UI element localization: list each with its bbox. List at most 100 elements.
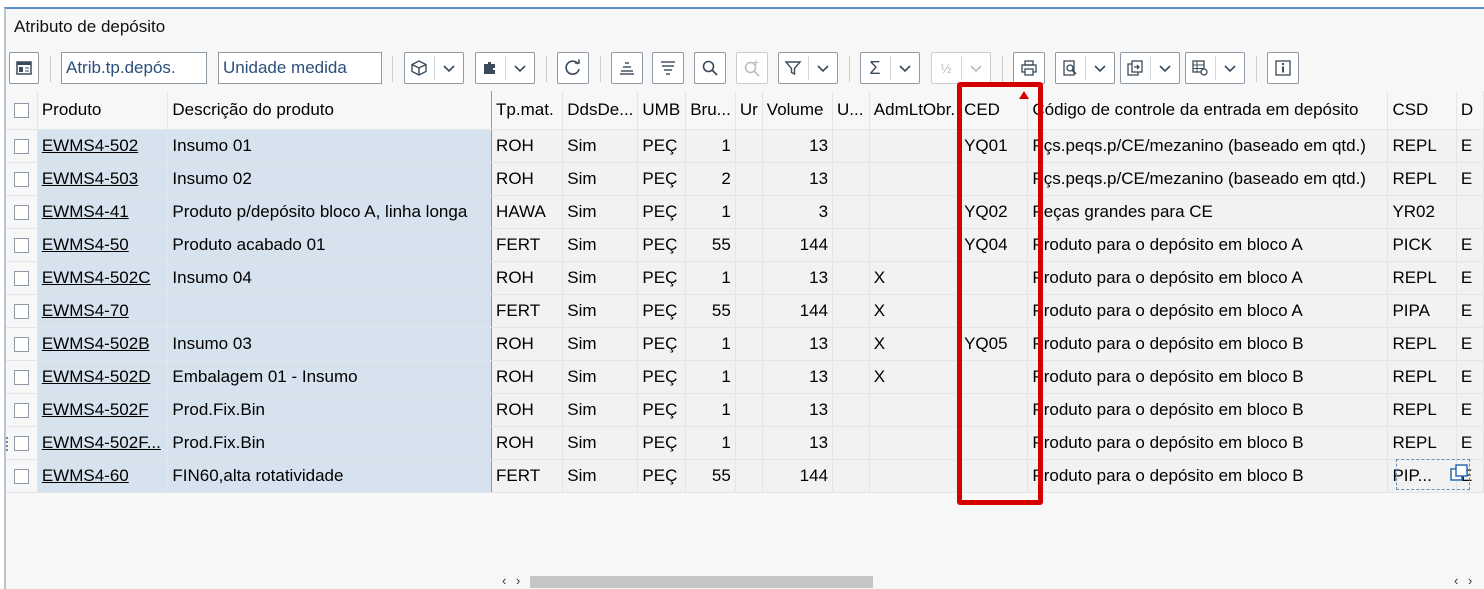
table-row[interactable]: EWMS4-502D Embalagem 01 - Insumo ROH Sim PEÇ…: [6, 360, 1484, 394]
dds-cell: Sim: [562, 261, 639, 295]
print-icon: [1014, 53, 1044, 83]
refresh-button[interactable]: [557, 52, 589, 84]
print-button[interactable]: [1013, 52, 1045, 84]
column-header[interactable]: Código de controle da entrada em depósit…: [1027, 91, 1389, 130]
column-header[interactable]: U...: [832, 91, 870, 130]
table-row[interactable]: EWMS4-41 Produto p/depósito bloco A, linh…: [6, 195, 1484, 229]
putaway-control-cell: Pçs.peqs.p/CE/mezanino (baseado em qtd.): [1027, 129, 1389, 163]
scrollbar-thumb[interactable]: [530, 576, 873, 588]
ced-cell: [959, 261, 1029, 295]
product-cell[interactable]: EWMS4-502: [37, 129, 169, 163]
row-checkbox[interactable]: [6, 426, 38, 460]
puzzle-menu-button[interactable]: [475, 52, 535, 84]
product-cell[interactable]: EWMS4-502F...: [37, 426, 169, 460]
horizontal-scrollbar[interactable]: ‹ › ‹ ›: [496, 573, 1484, 589]
volume-unit-cell: [832, 162, 870, 196]
material-type-cell: ROH: [491, 360, 564, 394]
column-header-ced[interactable]: CED: [959, 91, 1029, 130]
table-row[interactable]: EWMS4-502F Prod.Fix.Bin ROH Sim PEÇ 1 13 Produt…: [6, 393, 1484, 427]
column-header[interactable]: Bru...: [685, 91, 736, 130]
putaway-control-cell: Produto para o depósito em bloco B: [1027, 360, 1389, 394]
cube-menu-button[interactable]: [404, 52, 464, 84]
putaway-control-cell: Produto para o depósito em bloco B: [1027, 393, 1389, 427]
column-header[interactable]: CSD: [1387, 91, 1457, 130]
resize-handle[interactable]: [6, 437, 9, 451]
uom-cell: PEÇ: [637, 129, 687, 163]
info-button[interactable]: [1267, 52, 1299, 84]
layout-settings-menu-button[interactable]: [1185, 52, 1245, 84]
layout-button[interactable]: [9, 52, 39, 84]
volume-cell: 144: [762, 459, 834, 493]
volume-unit-cell: [832, 426, 870, 460]
row-checkbox[interactable]: [6, 459, 38, 493]
subtotal-menu-button[interactable]: ½: [931, 52, 991, 84]
table-row[interactable]: EWMS4-502C Insumo 04 ROH Sim PEÇ 1 13 X Produto …: [6, 261, 1484, 295]
product-cell[interactable]: EWMS4-502D: [37, 360, 169, 394]
copy-icon[interactable]: [1449, 463, 1469, 483]
unit-cell: [735, 393, 763, 427]
volume-cell: 13: [762, 360, 834, 394]
table-row[interactable]: EWMS4-502 Insumo 01 ROH Sim PEÇ 1 13 YQ01 Pçs.pe…: [6, 129, 1484, 163]
product-cell[interactable]: EWMS4-502F: [37, 393, 169, 427]
toolbar-separator: [1256, 56, 1257, 82]
d-cell: E: [1456, 294, 1484, 328]
export-menu-button[interactable]: [1120, 52, 1180, 84]
scroll-right-end-icon[interactable]: ›: [1468, 573, 1472, 588]
table-row[interactable]: EWMS4-502F... Prod.Fix.Bin ROH Sim PEÇ 1 13 Pro…: [6, 426, 1484, 460]
product-cell[interactable]: EWMS4-502B: [37, 327, 169, 361]
unit-cell: [735, 327, 763, 361]
row-checkbox[interactable]: [6, 195, 38, 229]
row-checkbox[interactable]: [6, 294, 38, 328]
row-checkbox[interactable]: [6, 261, 38, 295]
column-header[interactable]: Tp.mat.: [491, 91, 564, 130]
row-checkbox[interactable]: [6, 228, 38, 262]
dds-cell: Sim: [562, 162, 639, 196]
sort-ascending-button[interactable]: [611, 52, 643, 84]
chevron-down-icon: [1086, 53, 1114, 83]
description-cell: FIN60,alta rotatividade: [167, 459, 493, 493]
row-checkbox[interactable]: [6, 162, 38, 196]
storage-type-attribute-field[interactable]: Atrib.tp.depós.: [61, 52, 207, 84]
scroll-left-icon[interactable]: ‹: [502, 573, 506, 588]
row-checkbox[interactable]: [6, 327, 38, 361]
select-all-checkbox[interactable]: [6, 91, 38, 130]
column-header[interactable]: Ur: [735, 91, 763, 130]
filter-menu-button[interactable]: [778, 52, 838, 84]
puzzle-icon: [476, 53, 504, 83]
column-header[interactable]: AdmLtObr.: [869, 91, 961, 130]
product-cell[interactable]: EWMS4-70: [37, 294, 169, 328]
column-header[interactable]: UMB: [637, 91, 687, 130]
row-checkbox[interactable]: [6, 360, 38, 394]
find-button[interactable]: [694, 52, 726, 84]
column-header[interactable]: Produto: [37, 91, 169, 130]
product-cell[interactable]: EWMS4-60: [37, 459, 169, 493]
unit-of-measure-field[interactable]: Unidade medida: [218, 52, 382, 84]
product-cell[interactable]: EWMS4-41: [37, 195, 169, 229]
column-header[interactable]: DdsDe...: [562, 91, 639, 130]
table-row[interactable]: EWMS4-503 Insumo 02 ROH Sim PEÇ 2 13 Pçs.peqs.p…: [6, 162, 1484, 196]
product-cell[interactable]: EWMS4-50: [37, 228, 169, 262]
d-cell: E: [1456, 360, 1484, 394]
product-cell[interactable]: EWMS4-502C: [37, 261, 169, 295]
column-header[interactable]: Descrição do produto: [167, 91, 493, 130]
table-row[interactable]: EWMS4-60 FIN60,alta rotatividade FERT Sim PE…: [6, 459, 1484, 493]
sort-descending-button[interactable]: [652, 52, 684, 84]
ced-cell: YQ04: [959, 228, 1029, 262]
scroll-left-end-icon[interactable]: ‹: [1454, 573, 1458, 588]
csd-cell: PIP...: [1387, 459, 1457, 493]
column-header[interactable]: Volume: [762, 91, 834, 130]
product-cell[interactable]: EWMS4-503: [37, 162, 169, 196]
sum-menu-button[interactable]: Σ: [860, 52, 920, 84]
print-preview-menu-button[interactable]: [1055, 52, 1115, 84]
column-header[interactable]: D: [1456, 91, 1484, 130]
table-row[interactable]: EWMS4-502B Insumo 03 ROH Sim PEÇ 1 13 X YQ05 Prod…: [6, 327, 1484, 361]
batch-mgmt-cell: [869, 393, 961, 427]
dds-cell: Sim: [562, 195, 639, 229]
table-row[interactable]: EWMS4-70 FERT Sim PEÇ 55 144 X Produto para o d…: [6, 294, 1484, 328]
scroll-right-icon[interactable]: ›: [516, 573, 520, 588]
find-next-button[interactable]: [736, 52, 768, 84]
row-checkbox[interactable]: [6, 129, 38, 163]
table-row[interactable]: EWMS4-50 Produto acabado 01 FERT Sim PEÇ 55 14…: [6, 228, 1484, 262]
csd-cell: REPL: [1387, 393, 1457, 427]
row-checkbox[interactable]: [6, 393, 38, 427]
